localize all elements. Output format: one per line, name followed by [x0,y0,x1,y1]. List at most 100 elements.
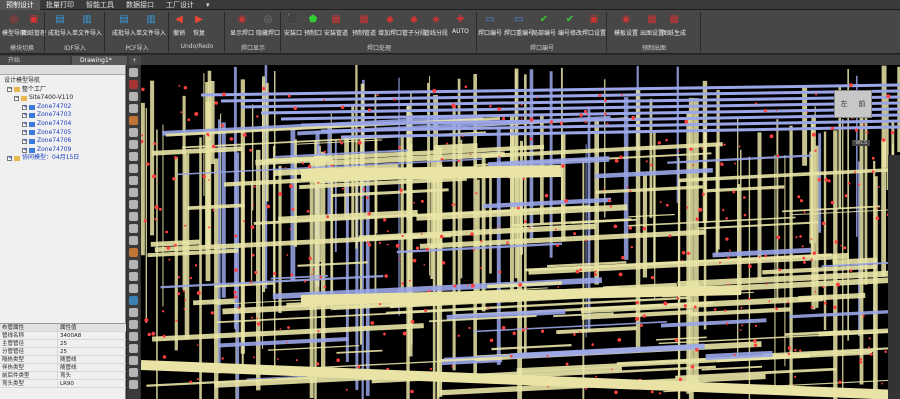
tree-item-site[interactable]: − Site7400-V110 [4,94,125,103]
view-tool-icon[interactable] [129,104,138,113]
ribbon-tool-18[interactable]: ▭ 焊口编号 [478,12,502,40]
view-tool-icon[interactable] [129,152,138,161]
view-tool-icon[interactable] [129,248,138,257]
view-tool-icon[interactable] [129,92,138,101]
ribbon-tool-20[interactable]: ✔ 局部编号 [532,12,556,40]
menu-batch-print[interactable]: 批量打印 [40,0,80,10]
tree-item-collab[interactable]: + 协同模型：04月15日 [4,154,125,163]
expand-icon[interactable]: + [22,138,27,144]
3d-viewport[interactable]: 左 前 WCS [141,65,900,399]
property-value[interactable]: 3400A8 [58,332,81,339]
property-value[interactable]: 25 [58,340,67,347]
tab-add[interactable]: + [129,56,141,65]
weld-marker [451,203,454,206]
view-tool-icon[interactable] [129,80,138,89]
view-tool-icon[interactable] [129,200,138,209]
expand-icon[interactable]: + [22,147,27,153]
property-value[interactable]: 25 [58,348,67,355]
view-tool-icon[interactable] [129,224,138,233]
expand-icon[interactable]: + [7,156,12,162]
weld-marker [177,276,181,279]
weld-marker [869,352,873,356]
expand-icon[interactable]: + [22,121,27,127]
expand-icon[interactable]: + [22,113,27,119]
view-tool-icon[interactable] [129,236,138,245]
view-cube-left[interactable]: 左 [835,91,853,117]
ribbon-tool-7[interactable]: ▶ 恢复 [192,12,206,40]
ribbon-tool-14[interactable]: ◆ 增加焊口 [378,12,402,40]
ribbon-tool-19[interactable]: ▭ 焊口重编号 [504,12,534,40]
collapse-icon[interactable]: − [14,95,19,101]
view-tool-icon[interactable] [129,272,138,281]
weld-marker [261,86,266,91]
ribbon-tool-3[interactable]: ▥ 单文件导入 [72,12,102,40]
property-value[interactable]: 弯头 [58,372,71,379]
ribbon-tool-17[interactable]: ✚ AUTO [452,12,469,40]
ribbon-tool-16[interactable]: ◈ 管线分段 [424,12,448,40]
view-tool-icon[interactable] [129,188,138,197]
view-tool-icon[interactable] [129,344,138,353]
ribbon-tool-15[interactable]: ◆ 管子分段 [402,12,426,40]
weld-marker [253,185,256,188]
menu-plant-design[interactable]: 工厂设计 [160,0,200,10]
ribbon-tool-6[interactable]: ◀ 撤销 [172,12,186,40]
expand-icon[interactable]: + [22,130,27,136]
viewport-scrollbar[interactable] [888,155,900,399]
view-tool-icon[interactable] [129,176,138,185]
view-tool-icon[interactable] [129,212,138,221]
collapse-icon[interactable]: − [7,87,12,93]
view-tool-icon[interactable] [129,380,138,389]
weld-marker [854,128,859,132]
ribbon-tool-9[interactable]: ◎ 隐藏焊口 [256,12,280,40]
ribbon-tool-21[interactable]: ✔ 编号修改 [558,12,582,40]
tree-item-zone[interactable]: + Zone74702 [4,103,125,112]
tab-start[interactable]: 开始 [0,56,70,65]
ribbon-tool-25[interactable]: ▦ 图纸生成 [662,12,686,40]
view-tool-icon[interactable] [129,140,138,149]
view-tool-icon[interactable] [129,356,138,365]
ribbon-tool-5[interactable]: ▥ 单文件导入 [136,12,166,40]
ribbon-tool-8[interactable]: ◉ 显示焊口 [230,12,254,40]
property-value[interactable]: 随管线 [58,356,77,363]
weld-marker [211,144,216,149]
tab-drawing1[interactable]: Drawing1* [72,56,127,65]
tree-item-zone[interactable]: + Zone74703 [4,111,125,120]
view-tool-icon[interactable] [129,116,138,125]
view-tool-icon[interactable] [129,308,138,317]
wcs-label[interactable]: WCS [852,140,870,146]
view-tool-icon[interactable] [129,320,138,329]
menu-data-interface[interactable]: 数据接口 [120,0,160,10]
tree-item-zone[interactable]: + Zone74704 [4,120,125,129]
view-cube[interactable]: 左 前 [834,90,872,118]
ribbon-tool-4[interactable]: ▤ 成批导入 [112,12,136,40]
property-value[interactable]: LR90 [58,380,74,387]
ribbon-tool-12[interactable]: ▦ 安装管道 [324,12,348,40]
ribbon-tool-11[interactable]: ⬟ 预制口 [304,12,322,40]
menu-prefab-design[interactable]: 预制设计 [0,0,40,10]
menu-smart-tools[interactable]: 智能工具 [80,0,120,10]
tree-item-plant[interactable]: − 整个工厂 [4,86,125,95]
view-tool-icon[interactable] [129,332,138,341]
view-tool-icon[interactable] [129,368,138,377]
view-tool-icon[interactable] [129,128,138,137]
ribbon-tool-1[interactable]: ▣ 图纸管理 [22,12,46,40]
property-value[interactable]: 随管线 [58,364,77,371]
ribbon-tool-2[interactable]: ▤ 成批导入 [48,12,72,40]
property-value[interactable]: 属性值 [58,324,77,331]
ribbon-tool-22[interactable]: ▣ 焊口设置 [582,12,606,40]
view-tool-icon[interactable] [129,284,138,293]
ribbon-tool-23[interactable]: ◉ 模板设置 [614,12,638,40]
view-tool-icon[interactable] [129,260,138,269]
tree-item-zone[interactable]: + Zone74705 [4,129,125,138]
ribbon-tool-24[interactable]: ▦ 出图设置 [640,12,664,40]
view-cube-front[interactable]: 前 [853,91,871,117]
expand-icon[interactable]: + [22,104,27,110]
view-tool-icon[interactable] [129,164,138,173]
tree-item-zone[interactable]: + Zone74706 [4,137,125,146]
tree-root[interactable]: 设计模型导航 [4,77,125,86]
view-tool-icon[interactable] [129,68,138,77]
ribbon-tool-10[interactable]: ⬛ 安装口 [284,12,302,40]
view-tool-icon[interactable] [129,296,138,305]
ribbon-tool-13[interactable]: ▦ 预制管道 [352,12,376,40]
menu-dropdown[interactable]: ▾ [200,0,216,10]
